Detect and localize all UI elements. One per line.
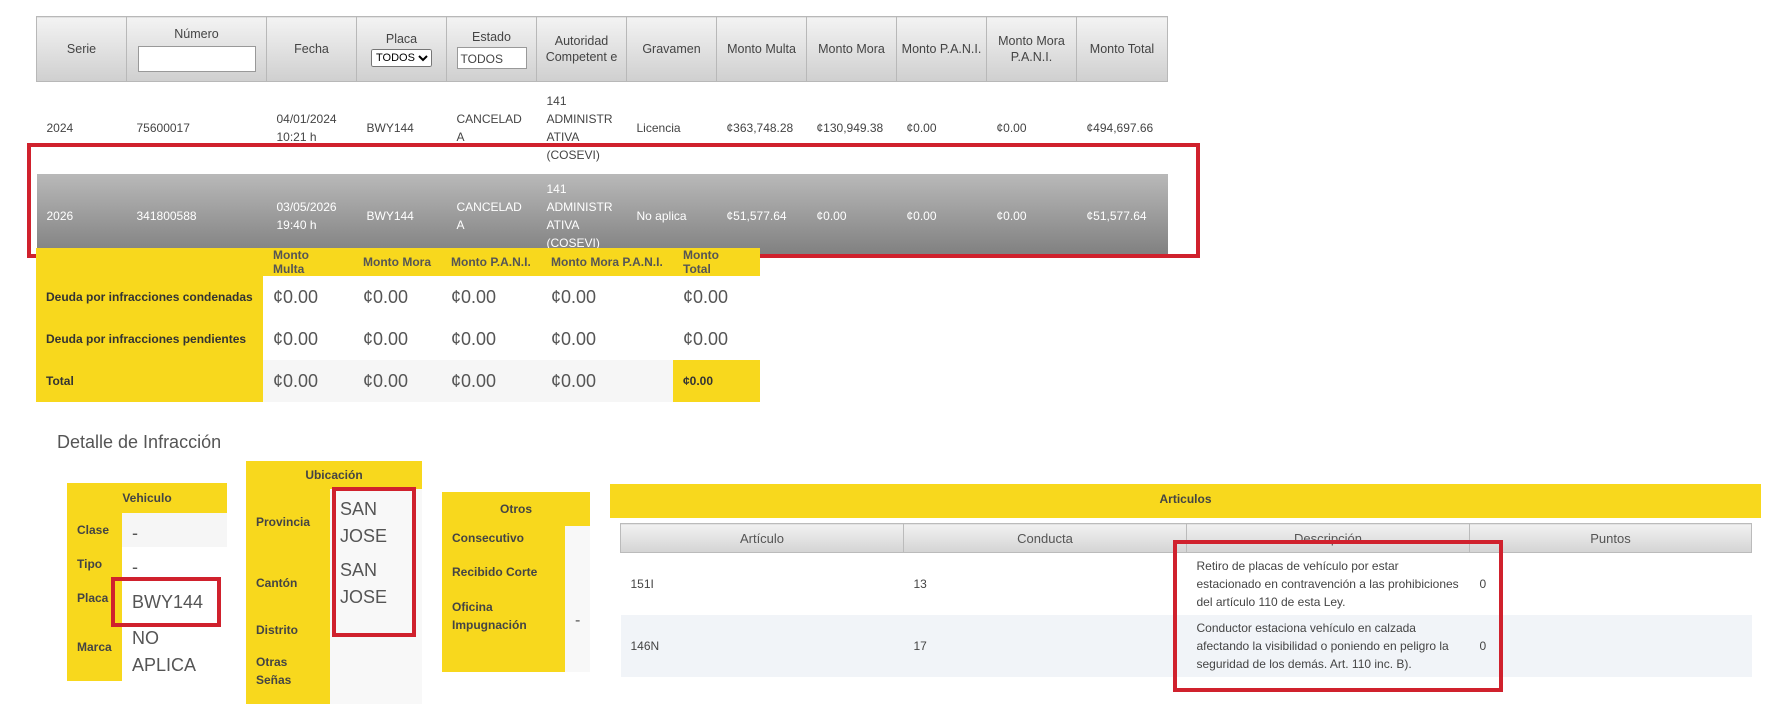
summary-row: Deuda por infracciones condenadas ¢0.00 … (36, 276, 760, 318)
marca-label: Marca (77, 640, 112, 654)
highlight-box-placa (111, 577, 221, 627)
highlight-box-descripcion (1173, 540, 1503, 692)
summary-table: Monto Multa Monto Mora Monto P.A.N.I. Mo… (36, 248, 760, 402)
col-fecha[interactable]: Fecha (266, 16, 357, 82)
summary-value: ¢0.00 (273, 328, 319, 349)
highlight-box-selected-row (27, 143, 1200, 258)
col-numero: Número (126, 16, 267, 82)
clase-value: - (132, 523, 138, 543)
summary-value: ¢0.00 (551, 286, 597, 307)
articulos-header: Articulos (610, 484, 1761, 518)
col-monto-multa[interactable]: Monto Multa (716, 16, 807, 82)
col-placa: Placa TODOS (356, 16, 447, 82)
otras-senas-label: Otras Señas (256, 655, 292, 687)
cell-conducta: 13 (913, 577, 927, 591)
summary-col-multa: Monto Multa (263, 248, 353, 276)
summary-value: ¢0.00 (353, 360, 441, 402)
highlight-box-ubicacion (332, 487, 416, 637)
summary-value: ¢0.00 (273, 286, 319, 307)
col-gravamen[interactable]: Gravamen (626, 16, 717, 82)
vehiculo-header: Vehiculo (67, 483, 227, 513)
summary-value: ¢0.00 (451, 286, 497, 307)
summary-total-value: ¢0.00 (673, 360, 760, 402)
canton-label: Cantón (256, 576, 298, 590)
summary-value: ¢0.00 (363, 286, 409, 307)
placa-filter-select[interactable]: TODOS (371, 49, 432, 67)
summary-col-mora: Monto Mora (353, 248, 441, 276)
cell-articulo: 151I (630, 577, 654, 591)
recibido-corte-label: Recibido Corte (452, 565, 538, 579)
col-estado: Estado TODOS (446, 16, 537, 82)
summary-row-label: Deuda por infracciones pendientes (36, 318, 263, 360)
cell-fecha-time: 10:21 h (276, 130, 317, 144)
col-placa-label: Placa (385, 32, 418, 46)
summary-row: Deuda por infracciones pendientes ¢0.00 … (36, 318, 760, 360)
col-monto-total[interactable]: Monto Total (1076, 16, 1168, 82)
summary-col-pani: Monto P.A.N.I. (441, 248, 541, 276)
estado-filter-input[interactable]: TODOS (456, 47, 527, 69)
summary-value: ¢0.00 (263, 360, 353, 402)
col-conducta: Conducta (903, 523, 1187, 553)
cell-conducta: 17 (903, 615, 1187, 677)
distrito-label: Distrito (256, 623, 298, 637)
tipo-label: Tipo (77, 557, 103, 571)
cell-puntos: 0 (1469, 615, 1752, 677)
cell-fecha-date: 04/01/2024 (276, 112, 337, 126)
summary-col-total: Monto Total (673, 248, 760, 276)
consecutivo-label: Consecutivo (452, 531, 525, 545)
summary-value: ¢0.00 (683, 286, 729, 307)
cell-puntos: 0 (1479, 577, 1487, 591)
provincia-label: Provincia (256, 515, 311, 529)
col-autoridad[interactable]: Autoridad Competent e (536, 16, 627, 82)
oficina-impugnacion-value: - (575, 612, 581, 629)
otros-header: Otros (442, 492, 590, 526)
col-articulo: Artículo (620, 523, 904, 553)
oficina-impugnacion-label: Oficina Impugnación (452, 600, 527, 632)
col-numero-label: Número (174, 27, 219, 41)
summary-value: ¢0.00 (541, 360, 673, 402)
col-monto-mora[interactable]: Monto Mora (806, 16, 897, 82)
col-serie[interactable]: Serie (36, 16, 127, 82)
summary-total-row: Total ¢0.00 ¢0.00 ¢0.00 ¢0.00 ¢0.00 (36, 360, 760, 402)
summary-row-label: Deuda por infracciones condenadas (36, 276, 263, 318)
summary-col-mora-pani: Monto Mora P.A.N.I. (541, 248, 673, 276)
col-monto-mora-pani[interactable]: Monto Mora P.A.N.I. (986, 16, 1077, 82)
summary-header-row: Monto Multa Monto Mora Monto P.A.N.I. Mo… (36, 248, 760, 276)
col-monto-pani[interactable]: Monto P.A.N.I. (896, 16, 987, 82)
table-header-row: Serie Número Fecha Placa TODOS Estado TO… (36, 16, 1168, 82)
otros-value-bg (565, 526, 590, 672)
summary-header-blank (36, 248, 263, 276)
section-title-detalle: Detalle de Infracción (57, 432, 222, 452)
summary-value: ¢0.00 (683, 328, 729, 349)
summary-value: ¢0.00 (441, 360, 541, 402)
summary-value: ¢0.00 (451, 328, 497, 349)
cell-articulo: 146N (620, 615, 904, 677)
marca-value: NO APLICA (132, 628, 197, 675)
col-puntos: Puntos (1469, 523, 1752, 553)
ubicacion-header: Ubicación (246, 461, 422, 489)
summary-row-label: Total (36, 360, 263, 402)
numero-filter-input[interactable] (137, 46, 256, 72)
col-estado-label: Estado (472, 30, 511, 44)
summary-value: ¢0.00 (363, 328, 409, 349)
summary-value: ¢0.00 (551, 328, 597, 349)
